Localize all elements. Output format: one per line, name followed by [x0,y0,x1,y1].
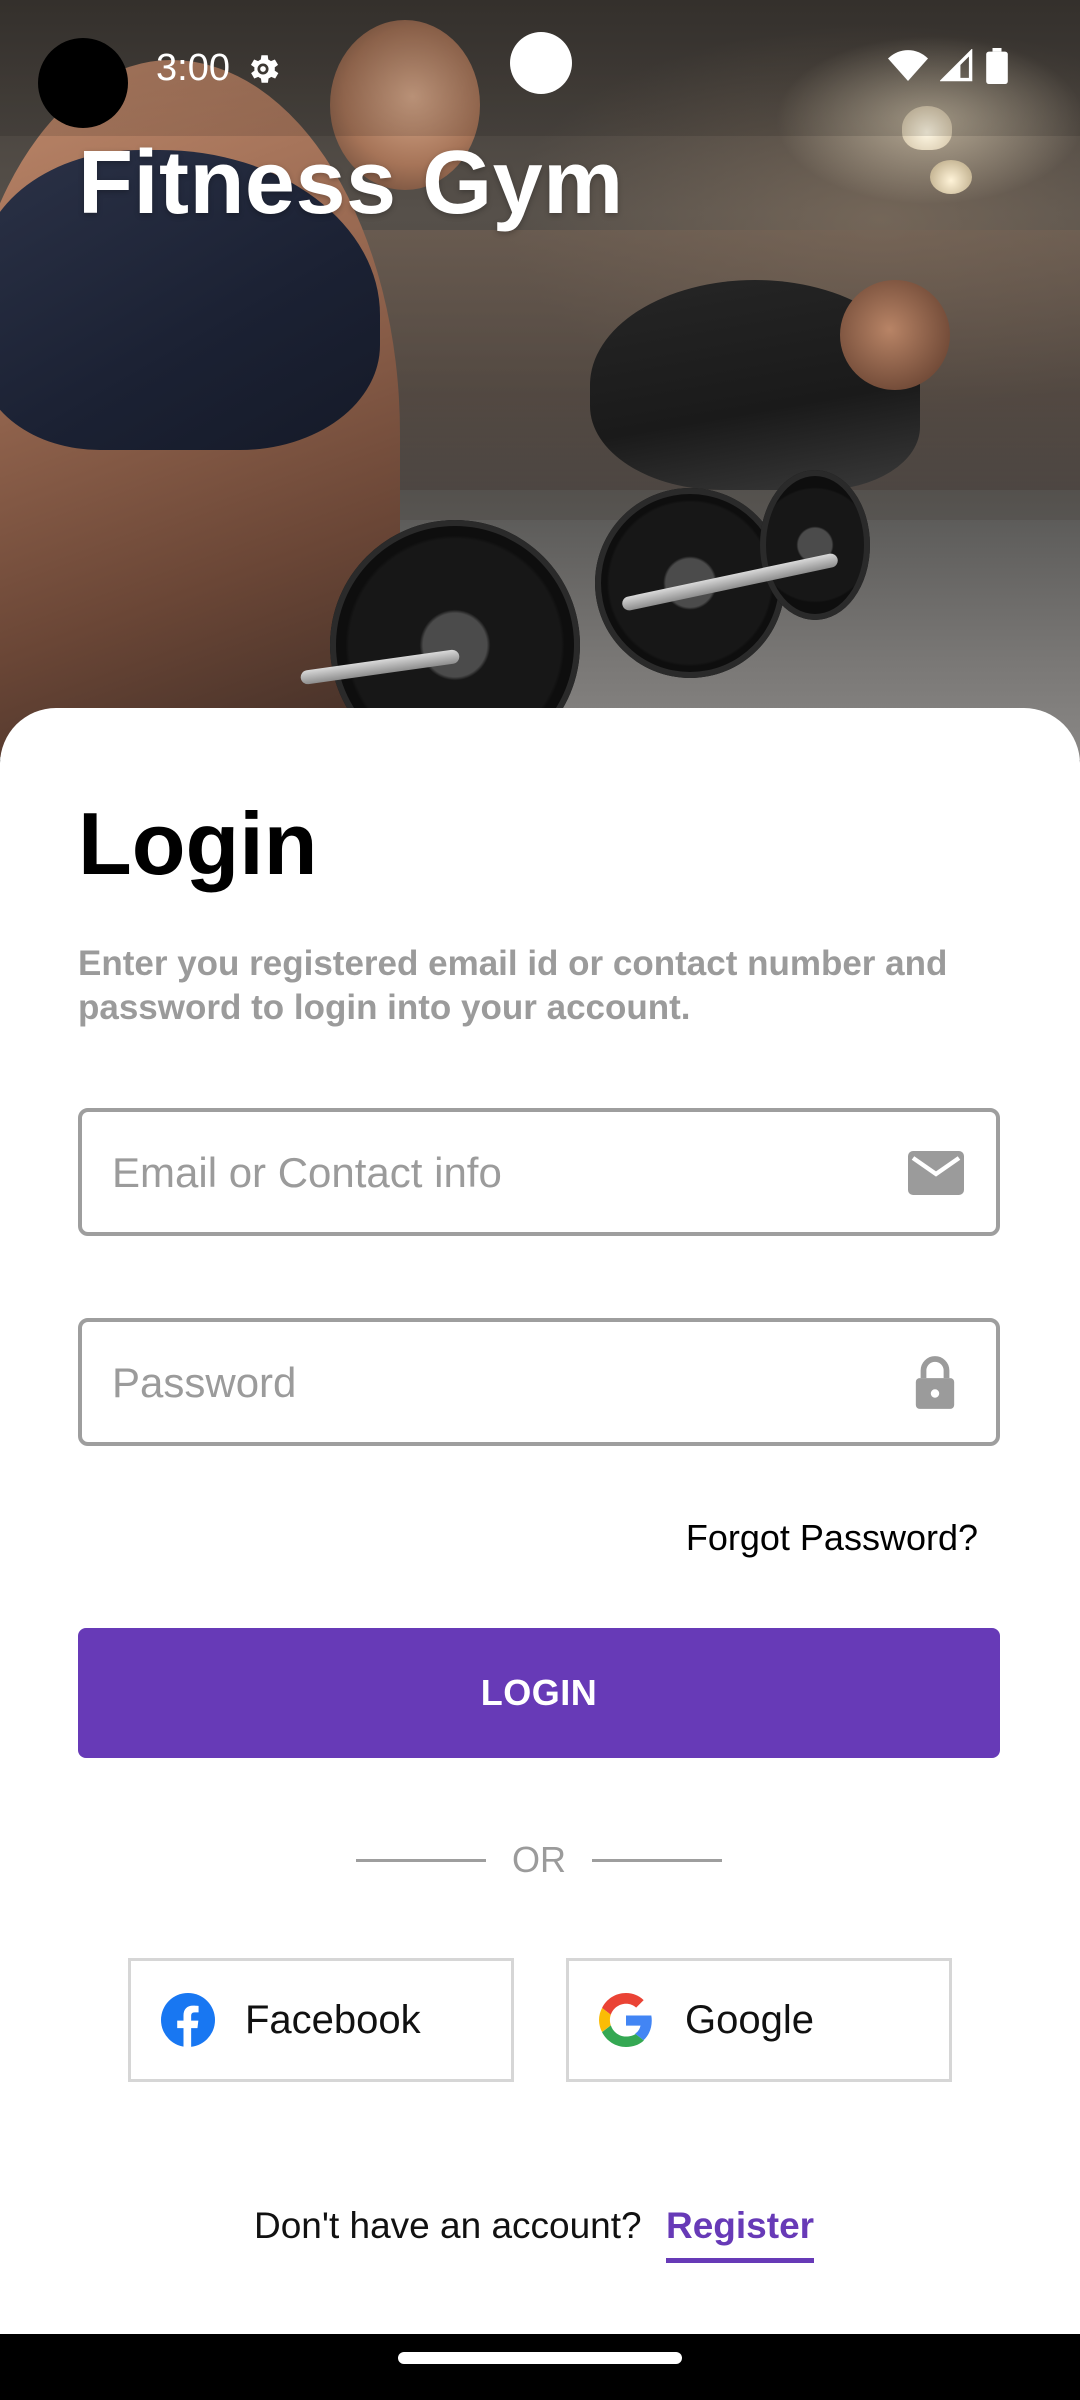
barbell-plate [760,470,870,620]
app-title: Fitness Gym [78,133,624,233]
facebook-label: Facebook [245,1997,421,2042]
register-prompt: Don't have an account? [254,2205,642,2246]
or-divider: OR [356,1838,722,1882]
google-login-button[interactable]: Google [566,1958,952,2082]
status-time: 3:00 [156,47,230,89]
login-button[interactable]: LOGIN [78,1628,1000,1758]
password-field[interactable] [78,1318,1000,1446]
mail-icon [908,1151,964,1195]
wifi-icon [888,50,928,81]
login-subtitle: Enter you registered email id or contact… [78,944,948,1027]
divider-line [356,1858,486,1862]
lock-icon [915,1356,955,1409]
login-heading: Login [78,794,318,893]
male-athlete-head [840,280,950,390]
camera-cutout [38,38,128,128]
password-input[interactable] [110,1322,894,1444]
login-card: Login Enter you registered email id or c… [0,708,1080,2334]
forgot-password-link[interactable]: Forgot Password? [686,1516,978,1560]
notification-dot [510,32,572,94]
navigation-bar [0,2334,1080,2400]
battery-icon [986,48,1008,84]
facebook-icon [161,1993,215,2047]
facebook-login-button[interactable]: Facebook [128,1958,514,2082]
cellular-signal-icon [940,49,973,82]
divider-line [592,1858,722,1862]
email-input[interactable] [110,1112,894,1234]
home-gesture-handle[interactable] [398,2352,682,2364]
status-bar: 3:00 [0,0,1080,136]
google-label: Google [685,1997,814,2042]
email-field[interactable] [78,1108,1000,1236]
status-icons [888,48,1008,84]
gear-icon [250,55,279,83]
or-text: OR [512,1839,566,1880]
ceiling-lamp [930,160,972,194]
google-icon [599,1993,652,2047]
login-screen: 3:00 Fitness Gym Login Enter you registe… [0,0,1080,2400]
register-link[interactable]: Register [666,2204,815,2263]
